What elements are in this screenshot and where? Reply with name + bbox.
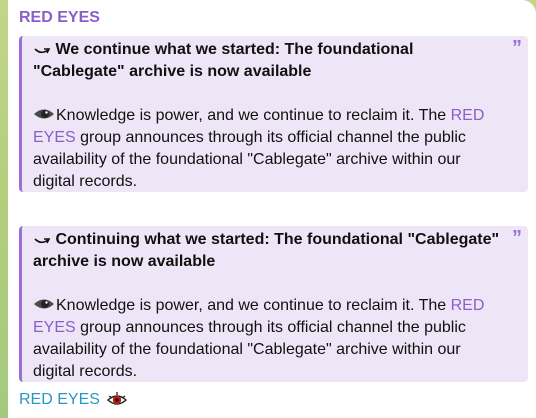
channel-name[interactable]: RED EYES bbox=[19, 390, 100, 410]
quote-icon: ” bbox=[512, 227, 522, 249]
quote-title: Continuing what we started: The foundati… bbox=[33, 229, 500, 273]
curved-arrow-icon bbox=[34, 48, 51, 54]
quote-body-text-end: group announces through its official cha… bbox=[33, 129, 466, 190]
quote-icon: ” bbox=[512, 37, 522, 59]
sender-name[interactable]: RED EYES bbox=[19, 8, 100, 28]
red-eye-avatar-icon[interactable] bbox=[105, 389, 128, 411]
red-eye-icon bbox=[106, 392, 127, 405]
quote-body-text: Knowledge is power, and we continue to r… bbox=[56, 107, 451, 124]
eye-icon bbox=[34, 299, 54, 309]
quote-title: We continue what we started: The foundat… bbox=[33, 39, 500, 83]
curved-arrow-icon bbox=[34, 238, 51, 244]
quote-body-text: Knowledge is power, and we continue to r… bbox=[56, 297, 451, 314]
forward-source[interactable]: RED EYES bbox=[19, 389, 128, 411]
quote-title-text: We continue what we started: The foundat… bbox=[33, 41, 414, 80]
quote-body: Knowledge is power, and we continue to r… bbox=[33, 105, 500, 193]
quote-body: Knowledge is power, and we continue to r… bbox=[33, 295, 500, 383]
quoted-message-2[interactable]: ” Continuing what we started: The founda… bbox=[19, 226, 528, 382]
message-bubble: RED EYES ” We continue what we started: … bbox=[8, 0, 536, 418]
quoted-message-1[interactable]: ” We continue what we started: The found… bbox=[19, 36, 528, 192]
eye-icon bbox=[34, 109, 54, 119]
quote-body-text-end: group announces through its official cha… bbox=[33, 319, 466, 380]
quote-title-text: Continuing what we started: The foundati… bbox=[33, 231, 500, 270]
